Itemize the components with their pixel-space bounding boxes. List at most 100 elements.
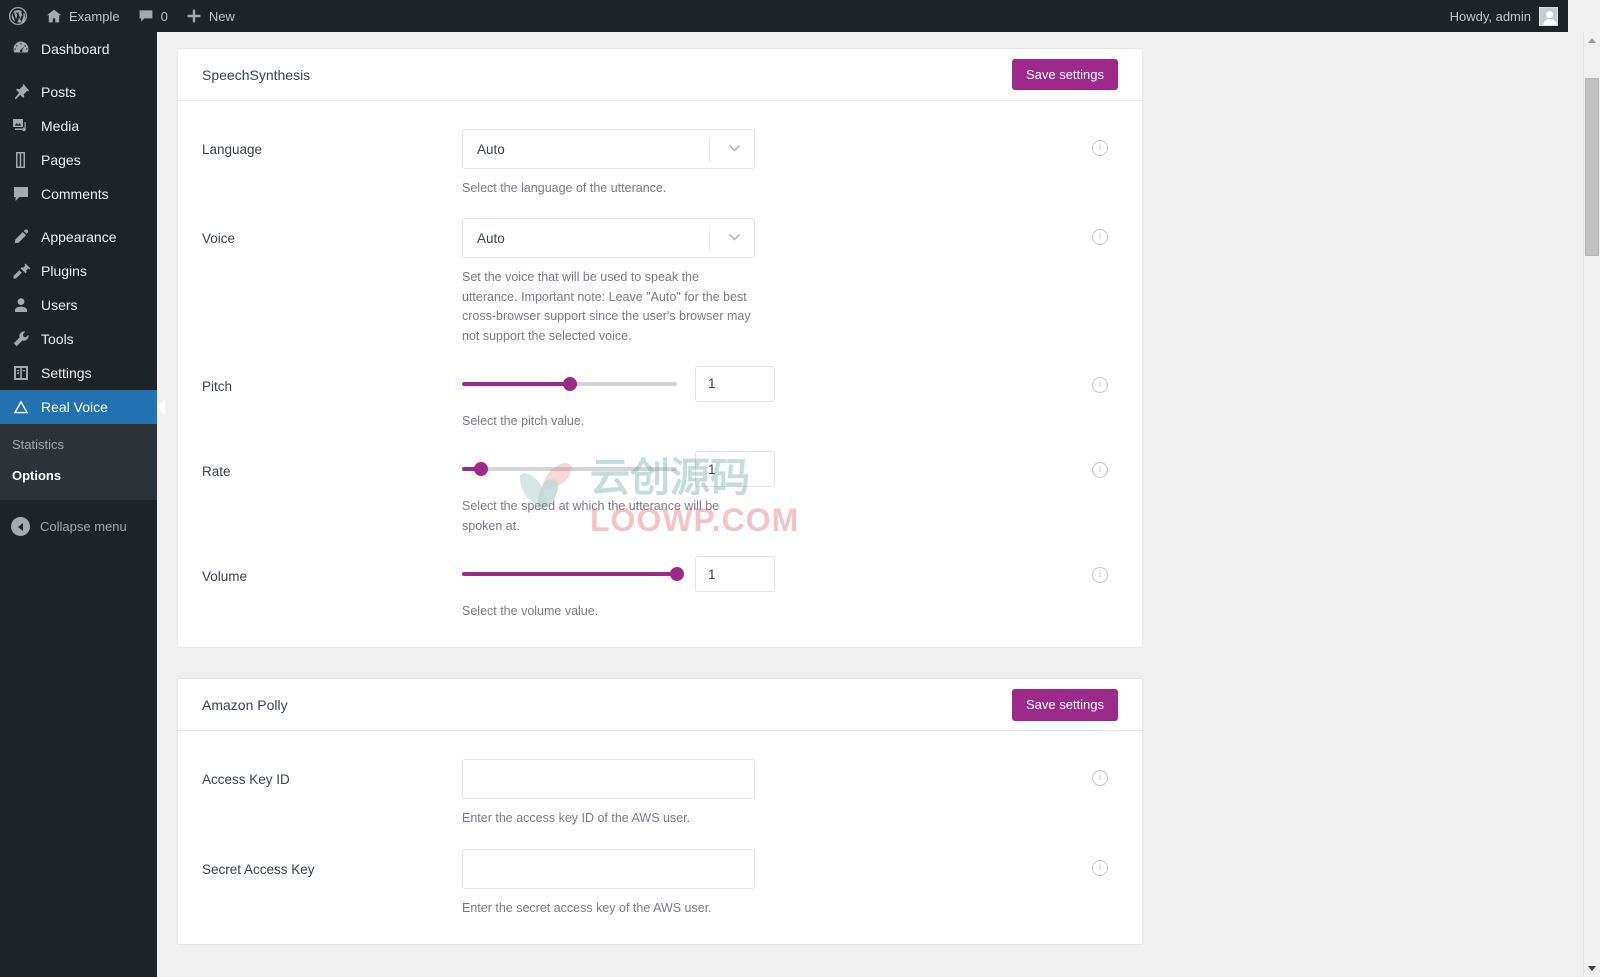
info-icon[interactable]: i: [1092, 770, 1108, 787]
admin-bar: Example 0 New Howdy, admin: [0, 0, 1568, 32]
sidebar-item-comments[interactable]: Comments: [0, 177, 157, 211]
field-label: Volume: [202, 569, 248, 584]
scroll-up-arrow-icon[interactable]: [1584, 32, 1600, 49]
sidebar-item-pages[interactable]: Pages: [0, 143, 157, 177]
media-icon: [11, 116, 31, 136]
info-wrap: i: [757, 366, 1118, 393]
sidebar-item-label: Comments: [41, 186, 109, 202]
slider-fill: [462, 381, 570, 386]
slider-row: [462, 365, 775, 402]
select-divider: [709, 138, 710, 162]
sidebar-item-plugins[interactable]: Plugins: [0, 254, 157, 288]
sidebar-item-label: Settings: [41, 365, 92, 381]
field-pitch: Pitch Select the pitch value.: [178, 346, 1142, 431]
plug-icon: [11, 261, 31, 281]
info-icon[interactable]: i: [1092, 859, 1108, 876]
save-settings-button[interactable]: Save settings: [1011, 58, 1118, 91]
card-title: SpeechSynthesis: [202, 66, 311, 83]
info-wrap: i: [757, 759, 1118, 787]
field-control: Auto Select the language of the utteranc…: [462, 129, 757, 198]
slider-thumb[interactable]: [562, 376, 577, 391]
info-icon[interactable]: i: [1092, 462, 1108, 479]
main-content: SpeechSynthesis Save settings Language A…: [157, 32, 1568, 977]
sidebar-item-media[interactable]: Media: [0, 109, 157, 143]
sidebar-item-users[interactable]: Users: [0, 288, 157, 322]
new-content-button[interactable]: New: [177, 0, 244, 32]
rate-slider[interactable]: [462, 458, 677, 480]
info-icon[interactable]: i: [1092, 229, 1108, 246]
sidebar-item-dashboard[interactable]: Dashboard: [0, 32, 157, 66]
pin-icon: [11, 82, 31, 102]
field-secret-access-key: Secret Access Key Enter the secret acces…: [178, 829, 1142, 918]
sidebar-item-label: Pages: [41, 152, 81, 168]
secret-access-key-input[interactable]: [462, 848, 755, 889]
language-select[interactable]: Auto: [462, 129, 755, 169]
comments-count: 0: [160, 8, 168, 24]
collapse-arrow-icon: [11, 517, 30, 537]
field-description: Set the voice that will be used to speak…: [462, 270, 751, 343]
comments-button[interactable]: 0: [129, 0, 177, 32]
sidebar-item-label: Dashboard: [41, 41, 110, 57]
sidebar-submenu: Statistics Options: [0, 424, 157, 500]
field-description: Enter the secret access key of the AWS u…: [462, 900, 712, 915]
amazon-polly-card: Amazon Polly Save settings Access Key ID…: [177, 678, 1143, 946]
wrench-icon: [11, 329, 31, 349]
wordpress-logo-button[interactable]: [0, 0, 37, 32]
field-control: Auto Set the voice that will be used to …: [462, 218, 757, 346]
account-menu[interactable]: Howdy, admin: [1449, 6, 1568, 26]
field-control: Select the pitch value.: [462, 365, 775, 431]
scrollbar-thumb[interactable]: [1585, 78, 1599, 256]
collapse-menu-button[interactable]: Collapse menu: [0, 510, 157, 544]
sidebar-item-appearance[interactable]: Appearance: [0, 220, 157, 254]
access-key-id-input[interactable]: [462, 759, 755, 800]
comment-bubble-icon: [138, 8, 154, 24]
field-control: Enter the secret access key of the AWS u…: [462, 848, 757, 918]
field-control: Select the speed at which the utterance …: [462, 451, 775, 536]
plus-icon: [186, 8, 202, 24]
card-title: Amazon Polly: [202, 696, 288, 713]
field-description: Select the speed at which the utterance …: [462, 499, 720, 533]
info-icon[interactable]: i: [1092, 567, 1108, 583]
info-icon[interactable]: i: [1092, 376, 1108, 393]
sidebar-item-posts[interactable]: Posts: [0, 75, 157, 109]
slider-row: [462, 451, 775, 488]
field-control: Enter the access key ID of the AWS user.: [462, 759, 757, 828]
field-description: Select the language of the utterance.: [462, 181, 667, 195]
info-icon[interactable]: i: [1092, 140, 1108, 156]
sidebar-item-statistics[interactable]: Statistics: [0, 430, 157, 461]
new-content-label: New: [208, 8, 235, 24]
howdy-label: Howdy, admin: [1449, 8, 1531, 24]
sidebar-item-real-voice[interactable]: Real Voice: [0, 390, 165, 424]
wordpress-logo-icon: [8, 6, 28, 26]
sidebar-item-label: Posts: [41, 84, 77, 100]
field-language: Language Auto Select the language of the…: [178, 109, 1142, 198]
voice-select[interactable]: Auto: [462, 218, 755, 259]
sidebar-item-options[interactable]: Options: [0, 461, 157, 492]
sidebar-item-label: Real Voice: [41, 399, 108, 415]
sidebar-item-settings[interactable]: Settings: [0, 356, 157, 390]
sidebar-item-label: Plugins: [41, 263, 87, 279]
comment-icon: [11, 184, 31, 204]
pitch-slider[interactable]: [462, 373, 677, 395]
field-label: Pitch: [202, 378, 233, 394]
info-wrap: i: [757, 556, 1118, 583]
home-icon: [46, 8, 62, 24]
slider-thumb[interactable]: [474, 462, 489, 477]
slider-track: [462, 467, 677, 472]
user-icon: [11, 295, 31, 315]
field-label: Secret Access Key: [202, 861, 315, 877]
slider-thumb[interactable]: [670, 567, 684, 581]
admin-sidebar: Dashboard Posts Media Pages Comments App…: [0, 32, 165, 977]
sidebar-item-label: Users: [41, 297, 78, 313]
sidebar-item-label: Appearance: [41, 229, 117, 245]
scroll-down-arrow-icon[interactable]: [1584, 960, 1600, 977]
save-settings-button[interactable]: Save settings: [1011, 689, 1118, 721]
field-label: Voice: [202, 231, 236, 247]
site-name-button[interactable]: Example: [37, 0, 129, 32]
page-scrollbar[interactable]: [1583, 32, 1600, 977]
slider-fill: [462, 572, 677, 576]
select-divider: [709, 227, 710, 252]
sidebar-item-tools[interactable]: Tools: [0, 322, 157, 356]
field-voice: Voice Auto Set the voice that will be us…: [178, 198, 1142, 346]
volume-slider[interactable]: [462, 563, 684, 585]
